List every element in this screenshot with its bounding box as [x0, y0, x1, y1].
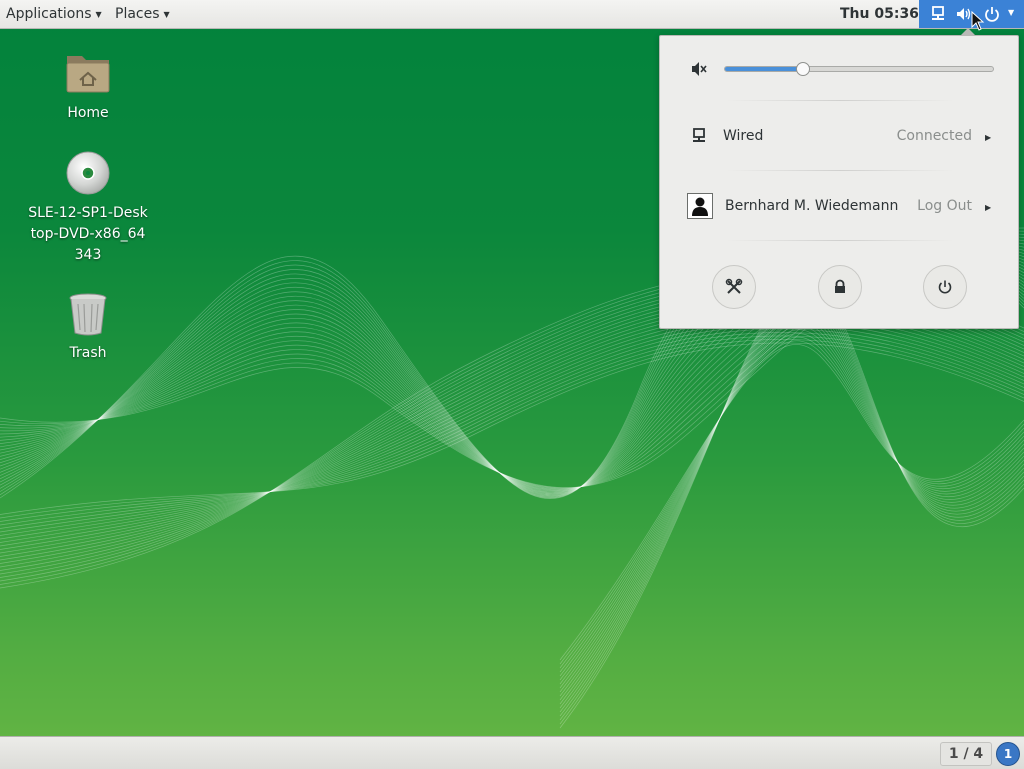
network-wired-icon [932, 6, 944, 20]
chevron-right-icon[interactable]: ▶ [985, 133, 991, 142]
chevron-right-icon[interactable]: ▶ [985, 203, 991, 212]
volume-muted-icon [692, 62, 707, 76]
bottom-bar: 1 / 4 1 [0, 736, 1024, 769]
clock[interactable]: Thu 05:36 [832, 0, 927, 28]
top-bar: Applications ▼ Places ▼ Thu 05:36 [0, 0, 1024, 29]
trash-icon [69, 293, 107, 336]
user-icon [692, 197, 708, 216]
chevron-down-icon: ▼ [95, 10, 102, 19]
places-menu[interactable]: Places ▼ [109, 0, 176, 28]
settings-button[interactable] [712, 265, 756, 309]
applications-label: Applications [6, 6, 92, 22]
dvd-disc-icon [66, 151, 110, 195]
network-wired-icon [693, 128, 705, 142]
applications-menu[interactable]: Applications ▼ [0, 0, 108, 28]
volume-slider-knob[interactable] [795, 62, 810, 76]
system-status-menu[interactable]: ▼ [919, 0, 1024, 31]
chevron-down-icon: ▼ [1008, 8, 1015, 17]
volume-slider-fill [725, 67, 803, 71]
separator [726, 170, 954, 171]
chevron-down-icon: ▼ [163, 10, 170, 19]
log-out-label[interactable]: Log Out [890, 198, 972, 214]
separator [726, 240, 954, 241]
volume-slider[interactable] [724, 62, 994, 76]
desktop-icon-dvd[interactable]: SLE-12-SP1-Desktop-DVD-x86_64343 [28, 150, 148, 266]
separator [726, 100, 954, 101]
system-status-popup: Wired Connected ▶ Bernhard M. Wiedemann … [659, 28, 1019, 329]
desktop-icon-label: Home [67, 105, 109, 121]
home-folder-icon [66, 56, 110, 93]
lock-button[interactable] [818, 265, 862, 309]
settings-icon [725, 278, 743, 294]
lock-icon [835, 279, 845, 293]
desktop-icon-home[interactable]: Home [28, 50, 148, 124]
desktop-icon-label: Trash [69, 345, 107, 361]
workspace-indicator[interactable]: 1 / 4 [940, 742, 992, 766]
power-icon [938, 280, 952, 294]
network-label[interactable]: Wired [723, 128, 763, 144]
message-tray-badge[interactable]: 1 [996, 742, 1020, 766]
user-name[interactable]: Bernhard M. Wiedemann [725, 198, 898, 214]
desktop-icon-label: SLE-12-SP1-Desktop-DVD-x86_64343 [28, 205, 148, 263]
places-label: Places [115, 6, 160, 22]
power-off-button[interactable] [923, 265, 967, 309]
desktop-icon-trash[interactable]: Trash [28, 292, 148, 364]
network-state: Connected [896, 128, 972, 144]
power-icon [985, 7, 999, 22]
avatar [687, 193, 713, 219]
